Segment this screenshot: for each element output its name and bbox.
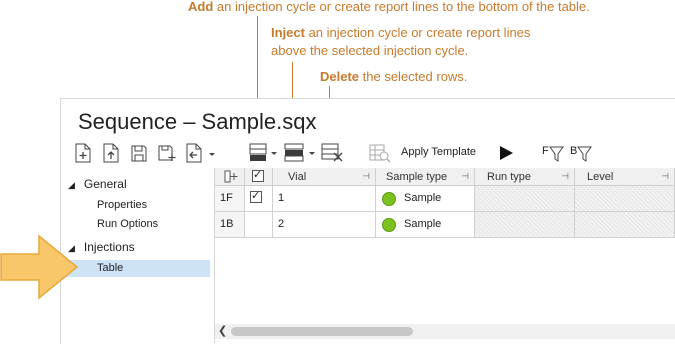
table-row-number[interactable]: 1B	[215, 212, 245, 238]
tree-group-general-label: General	[83, 177, 127, 191]
column-header-vial-label: Vial	[288, 171, 307, 183]
tree-item-table[interactable]: Table	[97, 262, 123, 274]
vial-value: 1	[278, 192, 285, 204]
insert-column-icon[interactable]	[224, 170, 238, 186]
column-header-level-label: Level	[587, 171, 614, 183]
window-title: Sequence – Sample.sqx	[78, 109, 317, 134]
sample-status-icon	[382, 218, 396, 232]
open-icon[interactable]	[102, 143, 120, 163]
vial-cell[interactable]: 2	[273, 212, 376, 238]
column-header-vial[interactable]: Vial ⊣	[273, 168, 376, 186]
row-number-label: 1B	[220, 218, 234, 230]
delete-callout: Delete the selected rows.	[320, 68, 467, 86]
sample-type-value: Sample	[404, 192, 442, 204]
add-row-icon[interactable]	[249, 143, 281, 163]
pin-icon[interactable]: ⊣	[661, 171, 669, 182]
delete-rows-icon[interactable]	[321, 143, 345, 163]
inject-callout-bold: Inject	[271, 25, 305, 40]
apply-template-button[interactable]: Apply Template	[401, 146, 476, 158]
add-callout-text: an injection cycle or create report line…	[213, 0, 590, 14]
scrollbar-thumb[interactable]	[231, 327, 413, 336]
row-checkbox[interactable]	[250, 189, 262, 203]
row-checkbox-cell[interactable]	[245, 212, 273, 238]
row-number-header[interactable]	[215, 168, 245, 186]
sample-type-value: Sample	[404, 218, 442, 230]
column-header-sample-type-label: Sample type	[386, 171, 448, 183]
pin-icon[interactable]: ⊣	[461, 171, 469, 182]
inject-callout: Inject an injection cycle or create repo…	[271, 24, 530, 60]
filter-f-label: F	[542, 145, 549, 157]
sample-type-cell[interactable]: Sample	[376, 186, 475, 212]
delete-callout-bold: Delete	[320, 69, 360, 84]
pin-icon[interactable]: ⊣	[362, 171, 370, 182]
front-filter-icon[interactable]: F	[542, 143, 566, 163]
save-icon[interactable]	[130, 143, 148, 163]
column-header-run-type[interactable]: Run type ⊣	[475, 168, 575, 186]
select-all-checkbox[interactable]	[252, 168, 264, 182]
tree-item-run-options[interactable]: Run Options	[97, 218, 158, 230]
level-cell	[575, 212, 675, 238]
inject-row-icon[interactable]	[284, 143, 320, 163]
save-all-icon[interactable]	[157, 143, 177, 163]
filter-b-label: B	[570, 145, 577, 157]
sample-status-icon	[382, 192, 396, 206]
back-filter-icon[interactable]: B	[570, 143, 594, 163]
add-callout: Add an injection cycle or create report …	[188, 0, 590, 16]
vial-cell[interactable]: 1	[273, 186, 376, 212]
tree-group-injections-label: Injections	[83, 240, 135, 254]
run-type-cell	[475, 212, 575, 238]
tree-group-general[interactable]: ◢ General	[68, 177, 127, 191]
row-number-label: 1F	[220, 192, 233, 204]
run-type-cell	[475, 186, 575, 212]
pin-icon[interactable]: ⊣	[561, 171, 569, 182]
table-row-number[interactable]: 1F	[215, 186, 245, 212]
export-icon[interactable]	[185, 143, 217, 163]
expand-icon[interactable]: ◢	[68, 180, 75, 190]
row-checkbox-cell[interactable]	[245, 186, 273, 212]
level-cell	[575, 186, 675, 212]
column-header-sample-type[interactable]: Sample type ⊣	[376, 168, 475, 186]
scroll-left-icon[interactable]: ❮	[218, 324, 227, 337]
inject-callout-line2: above the selected injection cycle.	[271, 43, 469, 58]
pointer-arrow-icon	[0, 234, 80, 305]
add-callout-bold: Add	[188, 0, 214, 14]
template-icon	[369, 143, 391, 163]
check-header[interactable]	[245, 168, 273, 186]
column-header-run-type-label: Run type	[487, 171, 532, 183]
play-icon[interactable]	[498, 145, 514, 165]
horizontal-scrollbar[interactable]: ❮	[215, 324, 675, 339]
vial-value: 2	[278, 218, 285, 230]
tree-item-properties[interactable]: Properties	[97, 199, 147, 211]
navigation-tree	[61, 168, 211, 343]
column-header-level[interactable]: Level ⊣	[575, 168, 675, 186]
sample-type-cell[interactable]: Sample	[376, 212, 475, 238]
delete-callout-text: the selected rows.	[359, 69, 468, 84]
new-icon[interactable]	[74, 143, 92, 163]
inject-callout-text: an injection cycle or create report line…	[304, 25, 531, 40]
